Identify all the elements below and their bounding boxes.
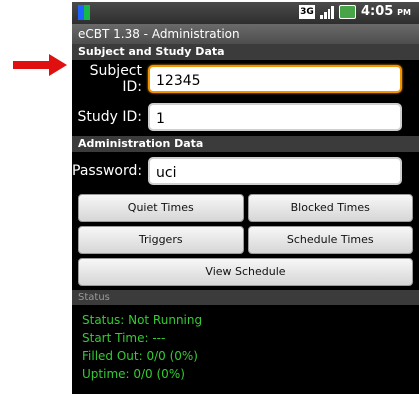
admin-section-header: Administration Data xyxy=(72,136,419,152)
battery-icon xyxy=(339,4,356,19)
subject-section-header: Subject and Study Data xyxy=(72,44,419,60)
view-schedule-button[interactable]: View Schedule xyxy=(78,258,413,286)
app-title: eCBT 1.38 - Administration xyxy=(72,24,419,44)
study-id-input[interactable]: 1 xyxy=(148,103,402,131)
schedule-times-button[interactable]: Schedule Times xyxy=(247,226,413,254)
start-time-text: Start Time: --- xyxy=(82,331,166,345)
clock-time: 4:05 xyxy=(361,4,394,19)
study-id-label: Study ID: xyxy=(77,109,143,125)
filled-out-text: Filled Out: 0/0 (0%) xyxy=(82,349,198,363)
status-section-header: Status xyxy=(72,290,419,305)
subject-id-input[interactable]: 12345 xyxy=(148,65,402,93)
triggers-button[interactable]: Triggers xyxy=(78,226,244,254)
app-icon xyxy=(78,5,90,20)
signal-icon xyxy=(320,5,334,19)
quiet-times-button[interactable]: Quiet Times xyxy=(78,194,244,222)
android-status-bar: 3G 4:05 PM xyxy=(72,2,419,24)
password-label: Password: xyxy=(72,163,143,179)
phone-screen: 3G 4:05 PM eCBT 1.38 - Administration Su… xyxy=(72,2,419,394)
subject-id-label: Subject ID: xyxy=(89,63,142,95)
uptime-text: Uptime: 0/0 (0%) xyxy=(82,367,185,381)
status-text: Status: Not Running xyxy=(82,313,203,327)
red-arrow-annotation xyxy=(13,54,67,76)
clock-ampm: PM xyxy=(397,8,411,17)
3g-icon: 3G xyxy=(299,4,315,19)
blocked-times-button[interactable]: Blocked Times xyxy=(247,194,413,222)
password-input[interactable]: uci xyxy=(148,157,402,185)
